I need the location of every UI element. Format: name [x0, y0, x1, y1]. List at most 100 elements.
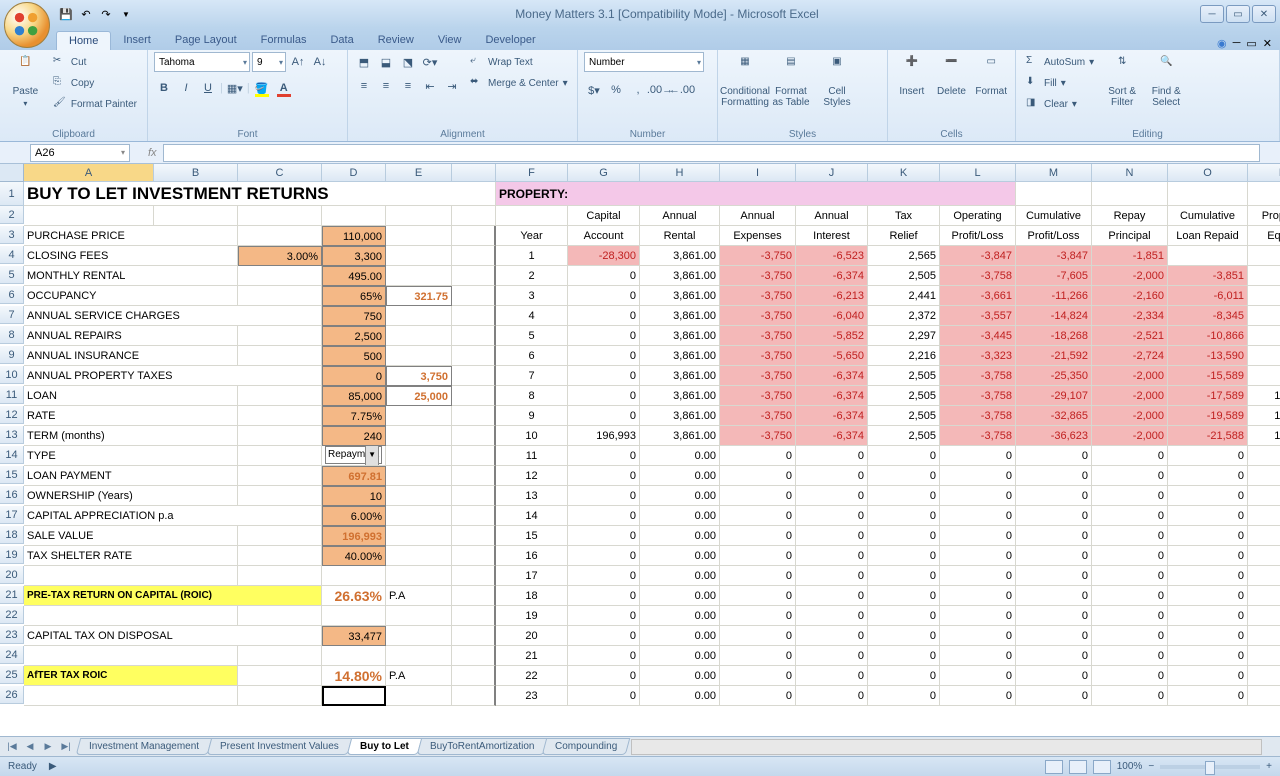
data-cell[interactable]: 0 — [568, 666, 640, 686]
data-cell[interactable]: 0 — [720, 586, 796, 606]
row-header[interactable]: 14 — [0, 446, 24, 464]
data-cell[interactable]: 0 — [720, 446, 796, 466]
data-cell[interactable]: 196,993 — [568, 426, 640, 446]
data-cell[interactable]: -25,350 — [1016, 366, 1092, 386]
data-cell[interactable]: -17,589 — [1168, 386, 1248, 406]
param-value[interactable]: 110,000 — [322, 226, 386, 246]
data-cell[interactable]: 0 — [720, 686, 796, 706]
data-cell[interactable]: 0 — [720, 666, 796, 686]
row-header[interactable]: 22 — [0, 606, 24, 624]
data-cell[interactable]: 0 — [568, 606, 640, 626]
data-cell[interactable]: 2,505 — [868, 426, 940, 446]
data-cell[interactable]: 2,297 — [868, 326, 940, 346]
data-cell[interactable]: 0 — [1168, 646, 1248, 666]
year-cell[interactable]: 15 — [496, 526, 568, 546]
sort-filter-button[interactable]: ⇅Sort & Filter — [1102, 52, 1142, 108]
col-header[interactable]: A — [24, 164, 154, 182]
data-cell[interactable]: 0 — [568, 586, 640, 606]
data-cell[interactable]: 3,861.00 — [640, 246, 720, 266]
year-cell[interactable]: 1 — [496, 246, 568, 266]
row-header[interactable]: 25 — [0, 666, 24, 684]
param-extra[interactable] — [386, 466, 452, 486]
tab-view[interactable]: View — [426, 31, 474, 50]
param-value[interactable]: 240 — [322, 426, 386, 446]
data-cell[interactable]: -3,750 — [720, 306, 796, 326]
data-cell[interactable]: -32,865 — [1016, 406, 1092, 426]
data-cell[interactable]: 0 — [940, 546, 1016, 566]
qat-dropdown-icon[interactable]: ▼ — [118, 6, 134, 22]
data-cell[interactable]: 0 — [868, 506, 940, 526]
data-cell[interactable]: -3,758 — [940, 386, 1016, 406]
row-header[interactable]: 21 — [0, 586, 24, 604]
param-extra[interactable] — [386, 626, 452, 646]
data-cell[interactable]: -6,374 — [796, 266, 868, 286]
col-header[interactable]: N — [1092, 164, 1168, 182]
data-cell[interactable]: -3,750 — [720, 406, 796, 426]
data-cell[interactable]: 0.00 — [640, 486, 720, 506]
shrink-font-icon[interactable]: A↓ — [310, 52, 330, 72]
tab-home[interactable]: Home — [56, 31, 111, 50]
param-extra[interactable] — [386, 226, 452, 246]
col-header[interactable]: F — [496, 164, 568, 182]
year-cell[interactable]: 3 — [496, 286, 568, 306]
year-cell[interactable]: 23 — [496, 686, 568, 706]
param-aux[interactable] — [238, 546, 322, 566]
data-cell[interactable]: 0 — [1248, 686, 1280, 706]
horizontal-scrollbar[interactable] — [631, 739, 1262, 755]
comma-icon[interactable]: , — [628, 80, 648, 100]
data-cell[interactable]: 0 — [940, 626, 1016, 646]
data-cell[interactable]: 0 — [568, 506, 640, 526]
param-extra[interactable] — [386, 246, 452, 266]
data-cell[interactable]: 0 — [1092, 506, 1168, 526]
param-value[interactable]: 14.80% — [322, 666, 386, 686]
data-cell[interactable]: 2,505 — [868, 366, 940, 386]
data-cell[interactable]: 107,912 — [1248, 386, 1280, 406]
data-cell[interactable]: -21,592 — [1016, 346, 1092, 366]
year-cell[interactable]: 22 — [496, 666, 568, 686]
data-cell[interactable]: 0 — [568, 626, 640, 646]
data-cell[interactable]: 0 — [868, 466, 940, 486]
param-aux[interactable] — [238, 266, 322, 286]
close-button[interactable]: ✕ — [1252, 5, 1276, 23]
data-cell[interactable]: -3,750 — [720, 386, 796, 406]
data-cell[interactable]: 0 — [940, 466, 1016, 486]
param-extra[interactable]: 321.75 — [386, 286, 452, 306]
param-aux[interactable] — [238, 346, 322, 366]
data-cell[interactable]: -29,107 — [1016, 386, 1092, 406]
align-middle-icon[interactable]: ⬓ — [376, 52, 396, 72]
year-cell[interactable]: 18 — [496, 586, 568, 606]
data-cell[interactable]: 0 — [720, 466, 796, 486]
data-cell[interactable]: 95,989 — [1248, 366, 1280, 386]
data-cell[interactable]: 0 — [940, 566, 1016, 586]
clear-button[interactable]: ◨Clear ▾ — [1022, 94, 1098, 114]
col-header[interactable]: J — [796, 164, 868, 182]
data-cell[interactable]: 0 — [568, 486, 640, 506]
data-cell[interactable]: 42,447 — [1248, 266, 1280, 286]
restore-workbook-icon[interactable]: ▭ — [1246, 37, 1256, 50]
tab-formulas[interactable]: Formulas — [249, 31, 319, 50]
format-painter-button[interactable]: 🖌Format Painter — [49, 94, 141, 114]
tab-insert[interactable]: Insert — [111, 31, 163, 50]
data-cell[interactable]: 0 — [1016, 446, 1092, 466]
data-cell[interactable]: 0 — [1168, 566, 1248, 586]
param-value[interactable]: 33,477 — [322, 626, 386, 646]
data-cell[interactable]: -3,323 — [940, 346, 1016, 366]
cell-styles-button[interactable]: ▣Cell Styles — [816, 52, 858, 108]
col-header[interactable] — [452, 164, 496, 182]
data-cell[interactable]: -6,011 — [1168, 286, 1248, 306]
row-header[interactable]: 9 — [0, 346, 24, 364]
data-cell[interactable]: -18,268 — [1016, 326, 1092, 346]
data-cell[interactable]: 73,071 — [1248, 326, 1280, 346]
data-cell[interactable]: 3,861.00 — [640, 306, 720, 326]
data-cell[interactable]: -3,750 — [720, 246, 796, 266]
sheet-tab[interactable]: BuyToRentAmortization — [416, 738, 547, 755]
font-size-dropdown[interactable]: 9 — [252, 52, 286, 72]
data-cell[interactable]: 0.00 — [640, 446, 720, 466]
data-cell[interactable]: 0 — [868, 566, 940, 586]
data-cell[interactable]: 84,627 — [1248, 346, 1280, 366]
zoom-out-icon[interactable]: − — [1148, 761, 1154, 772]
underline-button[interactable]: U — [198, 78, 218, 98]
param-aux[interactable] — [238, 226, 322, 246]
col-header[interactable]: I — [720, 164, 796, 182]
data-cell[interactable]: 0 — [1168, 446, 1248, 466]
